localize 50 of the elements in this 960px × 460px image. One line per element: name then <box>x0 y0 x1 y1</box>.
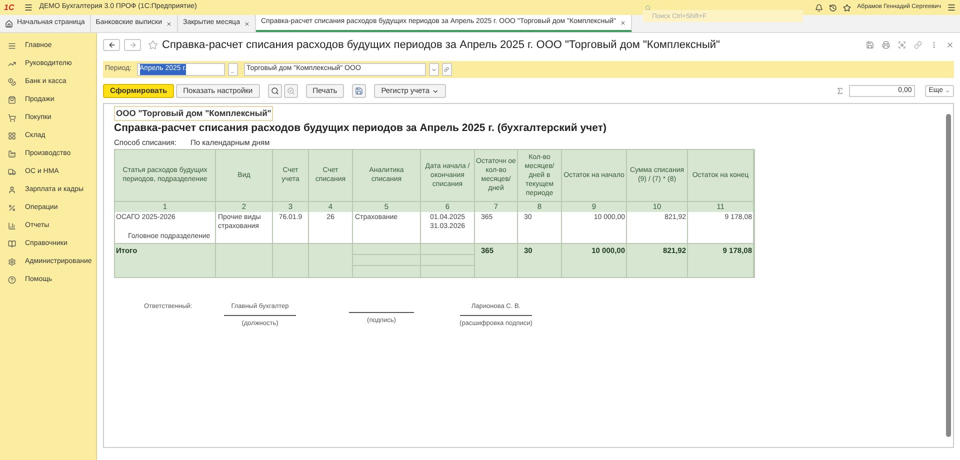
dropdown-button[interactable] <box>428 63 438 76</box>
open-button[interactable] <box>442 63 452 76</box>
close-icon[interactable] <box>166 20 172 26</box>
save-icon[interactable] <box>866 41 874 49</box>
star-icon[interactable] <box>148 40 158 50</box>
link-icon <box>444 67 449 72</box>
arrow-right-icon <box>128 41 136 49</box>
save-button[interactable] <box>352 84 366 98</box>
sum-icon <box>836 87 844 95</box>
save-icon <box>355 87 364 95</box>
scrollbar[interactable] <box>946 114 951 437</box>
caret-icon <box>432 88 438 94</box>
percent-icon <box>8 204 16 212</box>
search-icon <box>286 87 295 95</box>
history-icon[interactable] <box>829 4 838 12</box>
report-organization: ООО "Торговый дом "Комплексный" <box>114 106 274 121</box>
form-title: Справка-расчет списания расходов будущих периодов за Апрель 2025 г. ООО "Торговый дом "Комплексный" <box>162 38 720 53</box>
close-icon[interactable] <box>620 20 626 26</box>
search-icon <box>270 87 279 95</box>
truck-icon <box>8 168 16 176</box>
close-icon[interactable] <box>244 20 250 26</box>
print-icon[interactable] <box>882 41 890 49</box>
book-icon <box>8 240 16 248</box>
help-icon <box>8 276 16 284</box>
arrow-left-icon <box>108 41 116 49</box>
preview-icon[interactable] <box>898 41 906 49</box>
menu-icon[interactable] <box>24 3 34 12</box>
list-icon <box>8 42 16 50</box>
bag-icon <box>8 96 16 104</box>
ellipsis-icon <box>230 70 235 75</box>
caret-icon <box>945 88 950 94</box>
grid-icon <box>8 132 16 140</box>
trend-icon <box>8 60 16 68</box>
link-icon[interactable] <box>914 41 922 49</box>
menu-icon[interactable] <box>947 3 956 12</box>
bar-chart-icon <box>8 222 16 230</box>
star-icon[interactable] <box>843 4 852 12</box>
back-button[interactable] <box>103 39 120 51</box>
report-title: Справка-расчет списания расходов будущих периодов за Апрель 2025 г. (бухгалтерский учет) <box>114 120 608 136</box>
home-icon <box>5 20 13 28</box>
bell-icon[interactable] <box>815 4 824 12</box>
search-button[interactable] <box>268 84 282 98</box>
search-icon <box>645 4 652 10</box>
app-logo: 1С <box>4 2 14 14</box>
person-icon <box>8 186 16 194</box>
cart-icon <box>8 114 16 122</box>
coins-icon <box>8 78 16 86</box>
caret-icon <box>430 66 436 72</box>
factory-icon <box>8 150 16 158</box>
settings-icon <box>8 258 16 266</box>
